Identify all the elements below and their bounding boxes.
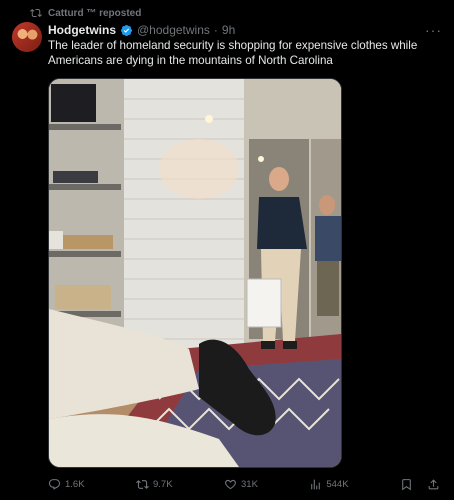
repost-icon: [30, 8, 42, 18]
reply-icon: [48, 478, 61, 490]
repost-count: 9.7K: [153, 478, 173, 490]
heart-icon: [225, 479, 236, 489]
tweet-header: Hodgetwins @hodgetwins · 9h: [48, 22, 444, 38]
avatar[interactable]: [12, 22, 42, 52]
verified-badge-icon: [120, 24, 133, 36]
more-options-button[interactable]: ···: [425, 22, 442, 38]
author-handle[interactable]: @hodgetwins: [137, 23, 210, 37]
views-count: 544K: [326, 478, 349, 490]
tweet-text: The leader of homeland security is shopp…: [48, 39, 418, 67]
views-icon: [311, 479, 321, 489]
share-button[interactable]: [427, 478, 440, 491]
like-button[interactable]: 31K: [224, 478, 258, 491]
author-name[interactable]: Hodgetwins: [48, 23, 116, 37]
views-button[interactable]: 544K: [309, 478, 349, 491]
right-actions: [400, 478, 440, 491]
tweet-photo[interactable]: [48, 78, 342, 468]
repost-text: Catturd ™ reposted: [48, 7, 142, 19]
reply-button[interactable]: 1.6K: [48, 478, 85, 491]
repost-indicator[interactable]: Catturd ™ reposted: [30, 6, 141, 20]
timestamp[interactable]: 9h: [222, 23, 235, 37]
bookmark-button[interactable]: [400, 478, 413, 491]
separator-dot: ·: [213, 23, 218, 37]
like-count: 31K: [241, 478, 258, 490]
repost-button[interactable]: 9.7K: [136, 478, 173, 491]
repost-icon: [136, 479, 149, 489]
bookmark-icon: [402, 478, 411, 490]
share-icon: [428, 478, 439, 489]
tweet-actions: 1.6K 9.7K 31K 544K: [48, 476, 440, 492]
reply-count: 1.6K: [65, 478, 85, 490]
